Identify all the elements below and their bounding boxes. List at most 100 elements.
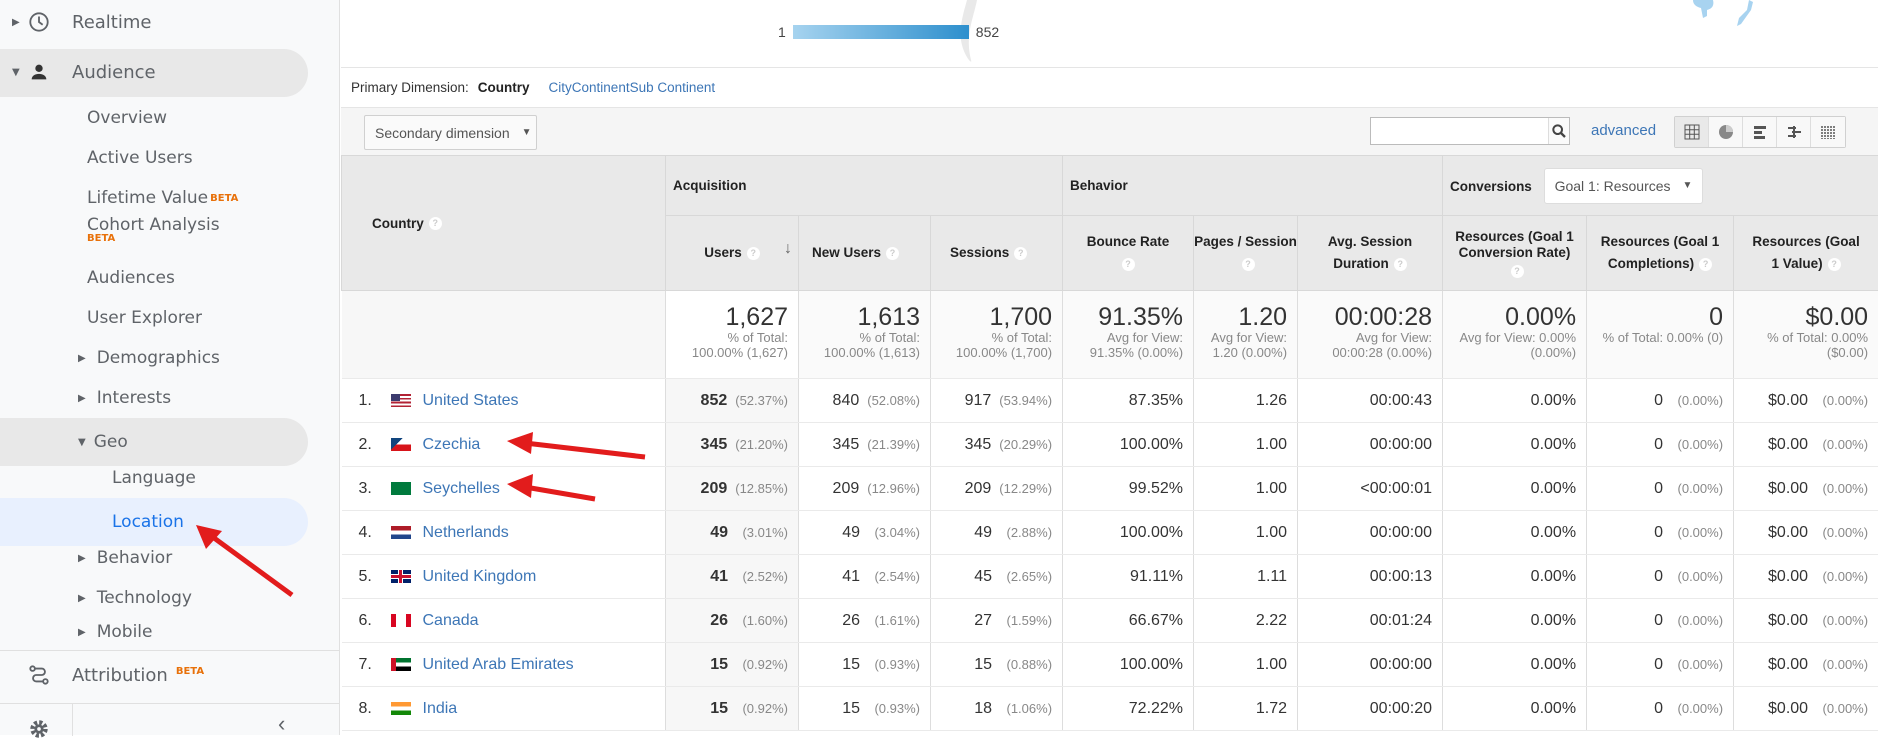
gear-icon[interactable] <box>28 718 50 740</box>
help-icon[interactable]: ? <box>1828 258 1841 271</box>
goal-value-cell: $0.00(0.00%) <box>1734 467 1878 511</box>
column-header-sessions[interactable]: Sessions? <box>931 216 1063 291</box>
total-avg-session-duration: 00:00:28Avg for View:00:00:28 (0.00%) <box>1298 291 1443 379</box>
sidebar-item-attribution[interactable]: AttributionBETA <box>0 653 330 697</box>
group-header-acquisition: Acquisition <box>666 156 1063 216</box>
primary-dimension-sub-continent[interactable]: Sub Continent <box>630 80 716 95</box>
country-link[interactable]: United Kingdom <box>423 568 537 585</box>
country-link[interactable]: United Arab Emirates <box>423 656 574 673</box>
sidebar-item-overview[interactable]: Overview <box>87 96 167 140</box>
pie-view-icon[interactable] <box>1709 117 1743 147</box>
caret-right-icon: ▶ <box>78 627 86 638</box>
primary-dimension-country[interactable]: Country <box>478 80 530 95</box>
pages-session-cell: 1.11 <box>1194 555 1298 599</box>
country-link[interactable]: India <box>423 700 458 717</box>
search-button[interactable] <box>1548 118 1569 144</box>
total-goal-completions: 0% of Total: 0.00% (0) <box>1587 291 1734 379</box>
primary-dimension-continent[interactable]: Continent <box>572 80 630 95</box>
chevron-left-icon[interactable]: ‹ <box>278 711 285 737</box>
pivot-view-icon[interactable] <box>1811 117 1845 147</box>
total-text: 1.20 (0.00%) <box>1194 345 1287 360</box>
bounce-rate-cell: 72.22% <box>1063 687 1194 731</box>
help-icon[interactable]: ? <box>1014 247 1027 260</box>
avg-session-duration-cell: 00:00:13 <box>1298 555 1443 599</box>
beta-badge: BETA <box>210 193 238 204</box>
sidebar-bottom: AttributionBETA ‹ <box>0 650 340 735</box>
search-icon <box>1551 123 1567 139</box>
column-header-goal-completions[interactable]: Resources (Goal 1 Completions)? <box>1587 216 1734 291</box>
help-icon[interactable]: ? <box>1394 258 1407 271</box>
column-header-bounce-rate[interactable]: Bounce Rate? <box>1063 216 1194 291</box>
sessions-cell: 18(1.06%) <box>931 687 1063 731</box>
column-header-users[interactable]: Users?↓ <box>666 216 799 291</box>
sidebar-item-active-users[interactable]: Active Users <box>87 136 193 180</box>
dropdown-caret-icon: ▼ <box>522 127 532 138</box>
help-icon[interactable]: ? <box>1699 258 1712 271</box>
map-legend-gradient <box>793 25 969 39</box>
flag-gb-icon <box>391 570 411 583</box>
help-icon[interactable]: ? <box>1511 265 1524 278</box>
column-header-goal-conversion-rate[interactable]: Resources (Goal 1 Conversion Rate)? <box>1443 216 1587 291</box>
performance-view-icon[interactable] <box>1743 117 1777 147</box>
map-landmass <box>1693 0 1773 30</box>
sidebar-item-cohort-analysis[interactable]: Cohort AnalysisBETA <box>87 208 220 252</box>
sessions-cell: 49(2.88%) <box>931 511 1063 555</box>
bounce-rate-cell: 100.00% <box>1063 423 1194 467</box>
column-header-avg-session-duration[interactable]: Avg. Session Duration? <box>1298 216 1443 291</box>
table-row: 6.Canada26(1.60%)26(1.61%)27(1.59%)66.67… <box>342 599 1878 643</box>
total-text: 1,700 <box>931 304 1052 330</box>
comparison-view-icon[interactable] <box>1777 117 1811 147</box>
advanced-filter-link[interactable]: advanced <box>1591 122 1656 139</box>
sidebar-item-audience[interactable]: ▼ Audience <box>0 50 330 94</box>
new-users-cell: 840(52.08%) <box>799 379 931 423</box>
sidebar-item-technology[interactable]: ▶Technology <box>78 576 192 620</box>
country-link[interactable]: Seychelles <box>423 480 500 497</box>
primary-dimension-bar: Primary Dimension: Country City Continen… <box>341 68 1878 108</box>
sidebar-item-realtime[interactable]: ▶ Realtime <box>0 0 330 44</box>
sidebar-item-language[interactable]: Language <box>112 456 196 500</box>
goal-conversion-rate-cell: 0.00% <box>1443 555 1587 599</box>
sidebar-item-behavior[interactable]: ▶Behavior <box>78 536 172 580</box>
country-link[interactable]: Canada <box>423 612 479 629</box>
flag-us-icon <box>391 394 411 407</box>
clock-icon <box>28 11 50 33</box>
country-cell: 8.India <box>342 687 666 731</box>
new-users-cell: 209(12.96%) <box>799 467 931 511</box>
new-users-cell: 49(3.04%) <box>799 511 931 555</box>
help-icon[interactable]: ? <box>1122 258 1135 271</box>
help-icon[interactable]: ? <box>1242 258 1255 271</box>
dropdown-caret-icon: ▼ <box>1683 180 1693 191</box>
sessions-cell: 45(2.65%) <box>931 555 1063 599</box>
country-cell: 5.United Kingdom <box>342 555 666 599</box>
country-link[interactable]: Czechia <box>423 436 481 453</box>
avg-session-duration-cell: 00:00:00 <box>1298 643 1443 687</box>
help-icon[interactable]: ? <box>886 247 899 260</box>
table-view-icon[interactable] <box>1675 117 1709 147</box>
pages-session-cell: 1.72 <box>1194 687 1298 731</box>
goal-completions-cell: 0(0.00%) <box>1587 555 1734 599</box>
country-link[interactable]: Netherlands <box>423 524 509 541</box>
total-text: 91.35% (0.00%) <box>1063 345 1183 360</box>
sidebar-item-demographics[interactable]: ▶Demographics <box>78 336 220 380</box>
column-header-new-users[interactable]: New Users? <box>799 216 931 291</box>
column-header-pages-session[interactable]: Pages / Session? <box>1194 216 1298 291</box>
country-link[interactable]: United States <box>423 392 519 409</box>
help-icon[interactable]: ? <box>429 217 442 230</box>
table-search-input[interactable] <box>1371 118 1548 144</box>
country-cell: 1.United States <box>342 379 666 423</box>
divider <box>72 703 73 736</box>
sort-descending-icon[interactable]: ↓ <box>784 238 792 260</box>
total-text: 1,627 <box>666 304 788 330</box>
primary-dimension-city[interactable]: City <box>549 80 572 95</box>
column-header-goal-value[interactable]: Resources (Goal 1 Value)? <box>1734 216 1878 291</box>
sidebar-item-mobile[interactable]: ▶Mobile <box>78 616 152 648</box>
help-icon[interactable]: ? <box>747 247 760 260</box>
secondary-dimension-dropdown[interactable]: Secondary dimension ▼ <box>364 115 537 150</box>
goal-selector-dropdown[interactable]: Goal 1: Resources▼ <box>1544 168 1704 204</box>
sidebar-item-user-explorer[interactable]: User Explorer <box>87 296 202 340</box>
sidebar-item-audiences[interactable]: Audiences <box>87 256 175 300</box>
bounce-rate-cell: 87.35% <box>1063 379 1194 423</box>
sidebar-item-interests[interactable]: ▶Interests <box>78 376 171 420</box>
column-header-country[interactable]: Country? <box>342 156 666 291</box>
goal-completions-cell: 0(0.00%) <box>1587 511 1734 555</box>
